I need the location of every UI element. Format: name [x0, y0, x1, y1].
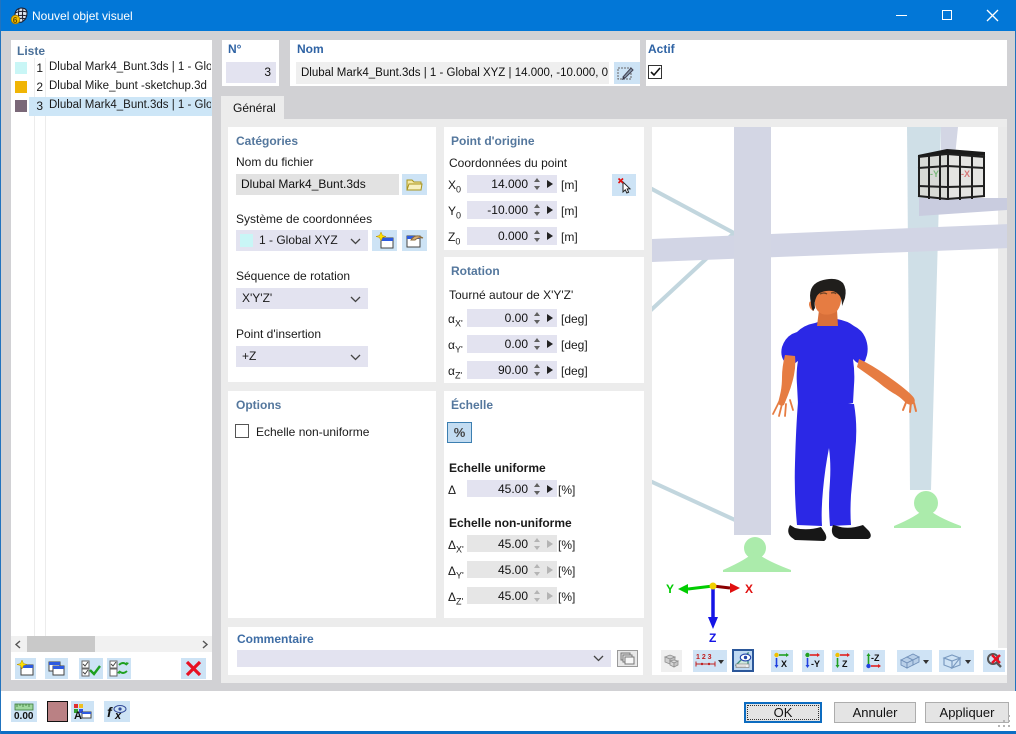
svg-text:Z: Z	[709, 631, 716, 645]
svg-text:Z: Z	[842, 659, 848, 669]
svg-text:X: X	[745, 582, 753, 596]
svg-text:X: X	[781, 659, 787, 669]
svg-text:6: 6	[13, 15, 18, 25]
svg-text:0.00: 0.00	[14, 711, 34, 720]
svg-text:-X: -X	[961, 169, 970, 179]
svg-text:f: f	[107, 704, 113, 720]
svg-text:A: A	[74, 710, 82, 720]
svg-text:-Y: -Y	[930, 169, 939, 179]
svg-text:1 2 3: 1 2 3	[696, 654, 712, 661]
svg-text:-Y: -Y	[811, 659, 820, 669]
svg-text:Y: Y	[666, 582, 674, 596]
svg-text:-Z: -Z	[871, 653, 880, 663]
